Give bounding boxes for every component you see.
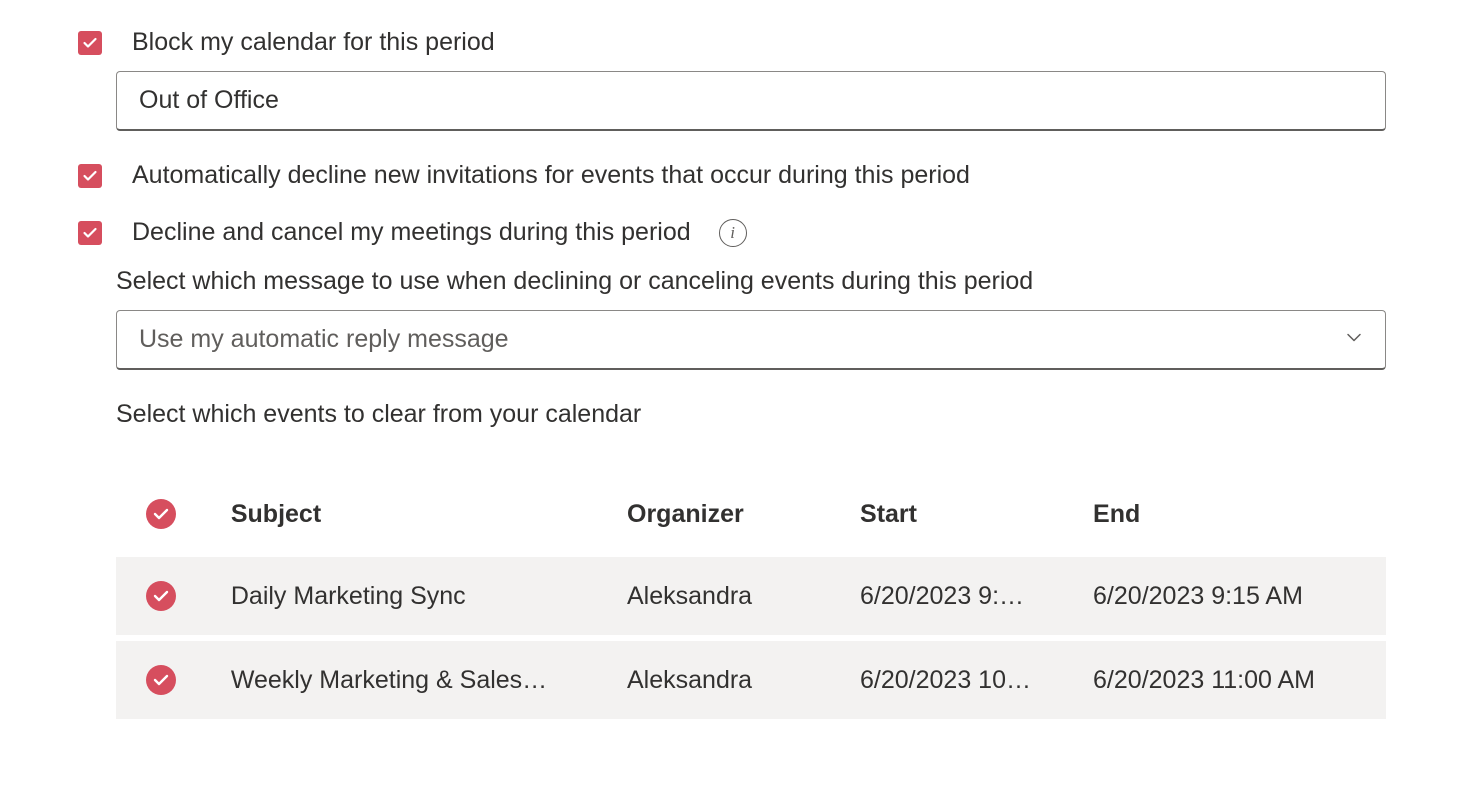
check-icon: [82, 35, 98, 51]
decline-cancel-label: Decline and cancel my meetings during th…: [132, 218, 691, 247]
cell-organizer: Aleksandra: [617, 557, 850, 638]
cell-organizer: Aleksandra: [617, 638, 850, 719]
auto-decline-row: Automatically decline new invitations fo…: [78, 161, 1386, 190]
check-icon: [152, 671, 170, 689]
block-calendar-row: Block my calendar for this period: [78, 28, 1386, 57]
table-row[interactable]: Daily Marketing Sync Aleksandra 6/20/202…: [116, 557, 1386, 638]
decline-message-select-wrap: Use my automatic reply message: [116, 310, 1386, 370]
check-icon: [82, 168, 98, 184]
header-end[interactable]: End: [1083, 471, 1386, 557]
table-row[interactable]: Weekly Marketing & Sales… Aleksandra 6/2…: [116, 638, 1386, 719]
events-table: Subject Organizer Start End Daily Market…: [116, 471, 1386, 719]
check-icon: [152, 587, 170, 605]
decline-message-select-value: Use my automatic reply message: [139, 325, 509, 354]
cell-end: 6/20/2023 11:00 AM: [1083, 638, 1386, 719]
table-header-row: Subject Organizer Start End: [116, 471, 1386, 557]
cell-start: 6/20/2023 9:…: [850, 557, 1083, 638]
info-icon[interactable]: i: [719, 219, 747, 247]
header-start[interactable]: Start: [850, 471, 1083, 557]
row-checkbox[interactable]: [146, 665, 176, 695]
row-checkbox[interactable]: [146, 581, 176, 611]
header-organizer[interactable]: Organizer: [617, 471, 850, 557]
check-icon: [152, 505, 170, 523]
decline-message-select[interactable]: Use my automatic reply message: [116, 310, 1386, 370]
decline-message-label: Select which message to use when declini…: [116, 267, 1386, 296]
events-table-wrap: Subject Organizer Start End Daily Market…: [116, 471, 1386, 719]
header-subject[interactable]: Subject: [221, 471, 617, 557]
decline-cancel-checkbox[interactable]: [78, 221, 102, 245]
cell-end: 6/20/2023 9:15 AM: [1083, 557, 1386, 638]
decline-cancel-row: Decline and cancel my meetings during th…: [78, 218, 1386, 247]
cell-start: 6/20/2023 10…: [850, 638, 1083, 719]
block-calendar-input-wrap: [116, 71, 1386, 131]
auto-decline-checkbox[interactable]: [78, 164, 102, 188]
auto-decline-label: Automatically decline new invitations fo…: [132, 161, 970, 190]
cell-subject: Weekly Marketing & Sales…: [221, 638, 617, 719]
block-calendar-checkbox[interactable]: [78, 31, 102, 55]
block-calendar-label: Block my calendar for this period: [132, 28, 495, 57]
select-all-checkbox[interactable]: [146, 499, 176, 529]
cell-subject: Daily Marketing Sync: [221, 557, 617, 638]
check-icon: [82, 225, 98, 241]
block-calendar-input[interactable]: [116, 71, 1386, 131]
events-clear-label: Select which events to clear from your c…: [116, 400, 1386, 429]
